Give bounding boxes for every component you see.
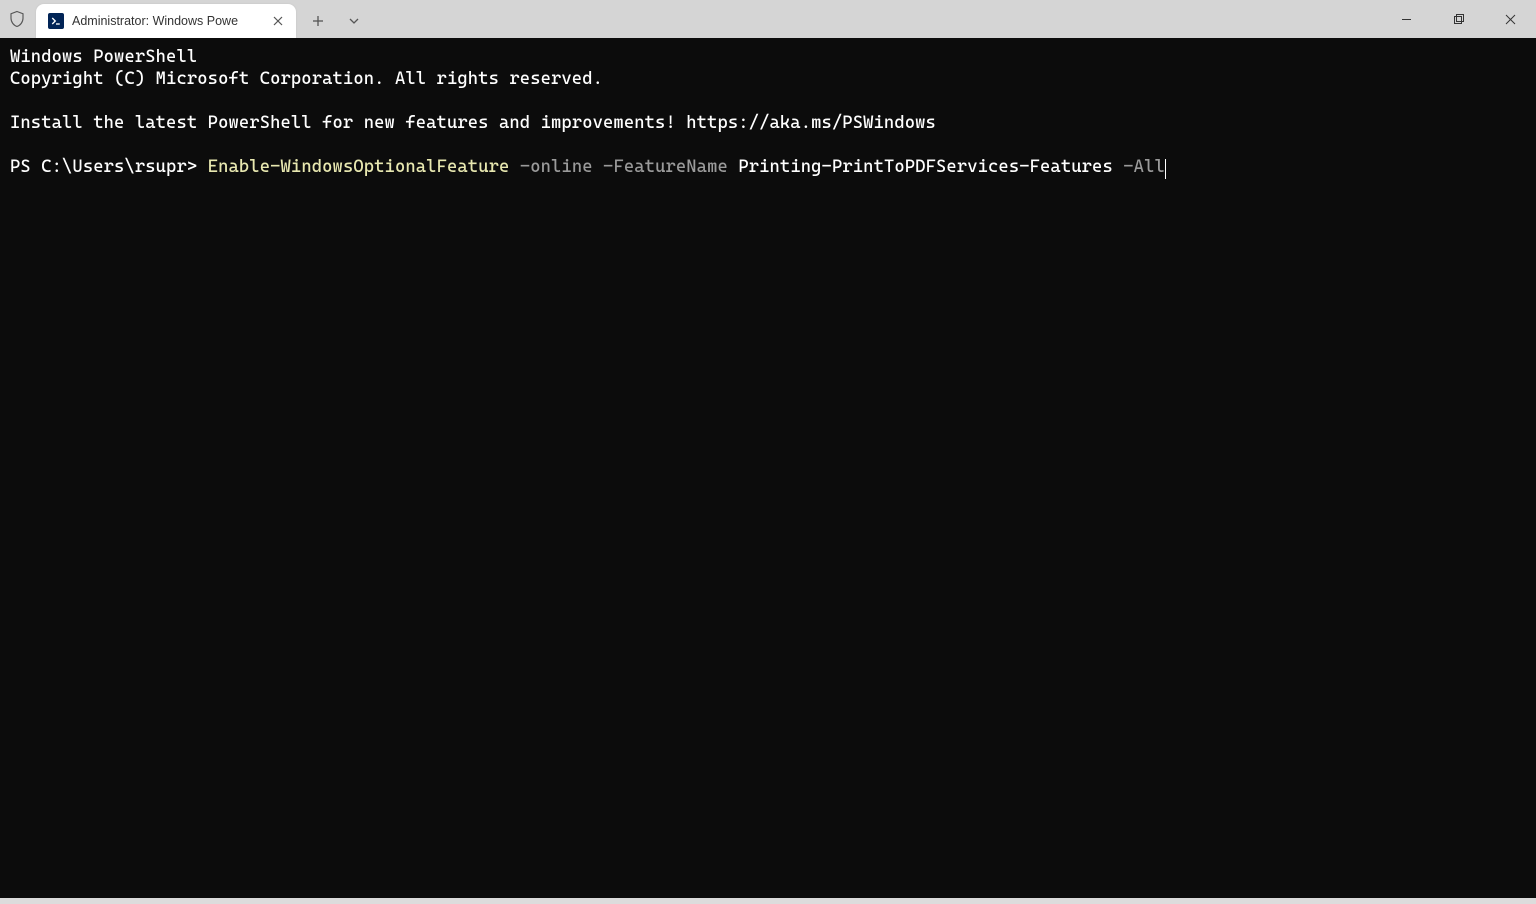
bottom-edge: [0, 898, 1536, 904]
terminal-line: Copyright (C) Microsoft Corporation. All…: [10, 69, 603, 89]
cmd-param: -All: [1123, 157, 1165, 177]
tab-close-button[interactable]: [268, 11, 288, 31]
tab-powershell[interactable]: Administrator: Windows Powe: [36, 4, 296, 38]
new-tab-button[interactable]: [300, 4, 336, 38]
window-controls: [1380, 0, 1536, 38]
tab-dropdown-button[interactable]: [336, 4, 372, 38]
minimize-button[interactable]: [1380, 0, 1432, 38]
cmd-value: Printing-PrintToPDFServices-Features: [738, 157, 1123, 177]
terminal-line: Windows PowerShell: [10, 47, 197, 67]
terminal-body[interactable]: Windows PowerShell Copyright (C) Microso…: [0, 38, 1536, 898]
close-window-button[interactable]: [1484, 0, 1536, 38]
text-cursor: [1165, 159, 1167, 179]
terminal-line: Install the latest PowerShell for new fe…: [10, 113, 936, 133]
powershell-icon: [48, 13, 64, 29]
titlebar[interactable]: Administrator: Windows Powe: [0, 0, 1536, 38]
tab-title: Administrator: Windows Powe: [72, 14, 258, 28]
cmd-cmdlet: Enable-WindowsOptionalFeature: [208, 157, 520, 177]
cmd-param: -online: [520, 157, 603, 177]
cmd-param: -FeatureName: [603, 157, 738, 177]
admin-shield-icon: [8, 10, 26, 28]
prompt: PS C:\Users\rsupr>: [10, 157, 208, 177]
maximize-button[interactable]: [1432, 0, 1484, 38]
